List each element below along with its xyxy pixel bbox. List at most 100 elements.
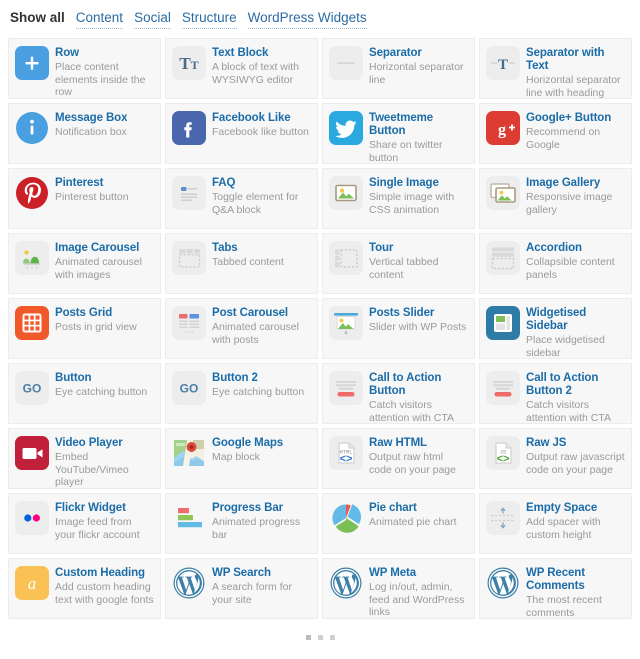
- card-title: Separator with Text: [526, 47, 605, 72]
- plus-square-icon: [15, 46, 49, 80]
- faq-icon: [172, 176, 206, 210]
- element-card[interactable]: Tour Vertical tabbed content: [322, 233, 475, 294]
- card-text: Posts Grid Posts in grid view: [55, 306, 137, 334]
- twitter-icon: [329, 111, 363, 145]
- widgetised-sidebar-icon: [486, 306, 520, 340]
- element-card[interactable]: Google Maps Map block: [165, 428, 318, 489]
- card-description: Notification box: [55, 126, 127, 138]
- element-card[interactable]: GO Button Eye catching button: [8, 363, 161, 424]
- svg-text:g: g: [498, 122, 506, 139]
- card-title: Text Block: [212, 47, 269, 59]
- card-description: Slider with WP Posts: [369, 321, 467, 333]
- wordpress-icon: [329, 566, 363, 600]
- flickr-icon: [15, 501, 49, 535]
- card-text: WP Meta Log in/out, admin, feed and WordP…: [369, 566, 468, 618]
- card-text: Video Player Embed YouTube/Vimeo player: [55, 436, 154, 488]
- element-card[interactable]: TT Text Block A block of text with WYSIWYG…: [165, 38, 318, 99]
- element-card[interactable]: Flickr Widget Image feed from your flickr…: [8, 493, 161, 554]
- element-card[interactable]: Video Player Embed YouTube/Vimeo player: [8, 428, 161, 489]
- element-card[interactable]: T Separator with Text Horizontal separator…: [479, 38, 632, 99]
- card-text: Empty Space Add spacer with custom height: [526, 501, 625, 541]
- element-card[interactable]: Widgetised Sidebar Place widgetised sideb…: [479, 298, 632, 359]
- google-plus-icon: g: [486, 111, 520, 145]
- card-text: Message Box Notification box: [55, 111, 127, 139]
- svg-text:GO: GO: [23, 382, 42, 396]
- single-image-icon: [329, 176, 363, 210]
- card-title: Image Carousel: [55, 242, 140, 254]
- filter-social[interactable]: Social: [134, 9, 171, 29]
- card-title: WP Meta: [369, 567, 417, 579]
- card-text: Image Gallery Responsive image gallery: [526, 176, 625, 216]
- card-text: Tour Vertical tabbed content: [369, 241, 468, 281]
- filter-show-all[interactable]: Show all: [10, 9, 65, 28]
- pager-dot[interactable]: [329, 635, 335, 640]
- element-card[interactable]: WP Recent Comments The most recent commen…: [479, 558, 632, 619]
- card-description: Recommend on Google: [526, 126, 601, 151]
- element-card[interactable]: Message Box Notification box: [8, 103, 161, 164]
- pager-dot[interactable]: [317, 635, 323, 640]
- card-title: Call to Action Button 2: [526, 372, 599, 397]
- element-card[interactable]: WP Search A search form for your site: [165, 558, 318, 619]
- element-card[interactable]: Accordion Collapsible content panels: [479, 233, 632, 294]
- element-card[interactable]: WP Meta Log in/out, admin, feed and WordP…: [322, 558, 475, 619]
- card-title: Google+ Button: [526, 112, 612, 124]
- card-title: Raw HTML: [369, 437, 427, 449]
- card-description: The most recent comments: [526, 594, 602, 619]
- element-card[interactable]: Progress Bar Animated progress bar: [165, 493, 318, 554]
- element-card[interactable]: Image Gallery Responsive image gallery: [479, 168, 632, 229]
- cta-icon: [486, 371, 520, 405]
- element-card[interactable]: Image Carousel Animated carousel with ima…: [8, 233, 161, 294]
- element-card[interactable]: Posts Grid Posts in grid view: [8, 298, 161, 359]
- element-card[interactable]: Call to Action Button Catch visitors atte…: [322, 363, 475, 424]
- element-card[interactable]: Separator Horizontal separator line: [322, 38, 475, 99]
- card-text: Google+ Button Recommend on Google: [526, 111, 625, 151]
- element-card[interactable]: Call to Action Button 2 Catch visitors at…: [479, 363, 632, 424]
- element-card[interactable]: a Custom Heading Add custom heading text w…: [8, 558, 161, 619]
- card-text: Accordion Collapsible content panels: [526, 241, 625, 281]
- info-circle-icon: [15, 111, 49, 145]
- card-description: Posts in grid view: [55, 321, 137, 333]
- element-card[interactable]: HTML <> Raw HTML Output raw html code on yo…: [322, 428, 475, 489]
- card-title: WP Search: [212, 567, 271, 579]
- card-text: Google Maps Map block: [212, 436, 283, 464]
- card-description: A search form for your site: [212, 581, 292, 606]
- element-card[interactable]: Tabs Tabbed content: [165, 233, 318, 294]
- element-card[interactable]: FAQ Toggle element for Q&A block: [165, 168, 318, 229]
- card-description: Add spacer with custom height: [526, 516, 601, 541]
- card-title: Single Image: [369, 177, 439, 189]
- card-description: Facebook like button: [212, 126, 309, 138]
- google-maps-icon: [172, 436, 206, 470]
- element-card[interactable]: Post Carousel Animated carousel with post…: [165, 298, 318, 359]
- element-card[interactable]: Single Image Simple image with CSS animat…: [322, 168, 475, 229]
- raw-js-icon: JS <>: [486, 436, 520, 470]
- card-text: FAQ Toggle element for Q&A block: [212, 176, 311, 216]
- pager-dot[interactable]: [305, 635, 311, 640]
- element-card[interactable]: Pie chart Animated pie chart: [322, 493, 475, 554]
- card-description: Tabbed content: [212, 256, 284, 268]
- filter-content[interactable]: Content: [75, 9, 124, 29]
- filter-structure[interactable]: Structure: [181, 9, 237, 29]
- svg-text:a: a: [28, 574, 37, 593]
- element-card[interactable]: JS <> Raw JS Output raw javascript code on …: [479, 428, 632, 489]
- element-card[interactable]: GO Button 2 Eye catching button: [165, 363, 318, 424]
- wordpress-icon: [486, 566, 520, 600]
- element-card[interactable]: Pinterest Pinterest button: [8, 168, 161, 229]
- image-carousel-icon: [15, 241, 49, 275]
- card-text: Call to Action Button Catch visitors atte…: [369, 371, 468, 423]
- element-card[interactable]: Posts Slider Slider with WP Posts: [322, 298, 475, 359]
- element-card[interactable]: g Google+ Button Recommend on Google: [479, 103, 632, 164]
- card-text: Widgetised Sidebar Place widgetised sideb…: [526, 306, 625, 358]
- element-card[interactable]: Tweetmeme Button Share on twitter button: [322, 103, 475, 164]
- element-card[interactable]: Facebook Like Facebook like button: [165, 103, 318, 164]
- card-text: Button 2 Eye catching button: [212, 371, 304, 399]
- accordion-icon: [486, 241, 520, 275]
- card-description: Vertical tabbed content: [369, 256, 439, 281]
- element-card[interactable]: Row Place content elements inside the row: [8, 38, 161, 99]
- card-title: Posts Grid: [55, 307, 113, 319]
- posts-slider-icon: [329, 306, 363, 340]
- card-title: FAQ: [212, 177, 236, 189]
- card-text: Separator with Text Horizontal separator …: [526, 46, 625, 98]
- filter-wordpress-widgets[interactable]: WordPress Widgets: [247, 9, 367, 29]
- element-card[interactable]: Empty Space Add spacer with custom height: [479, 493, 632, 554]
- card-text: Image Carousel Animated carousel with ima…: [55, 241, 154, 281]
